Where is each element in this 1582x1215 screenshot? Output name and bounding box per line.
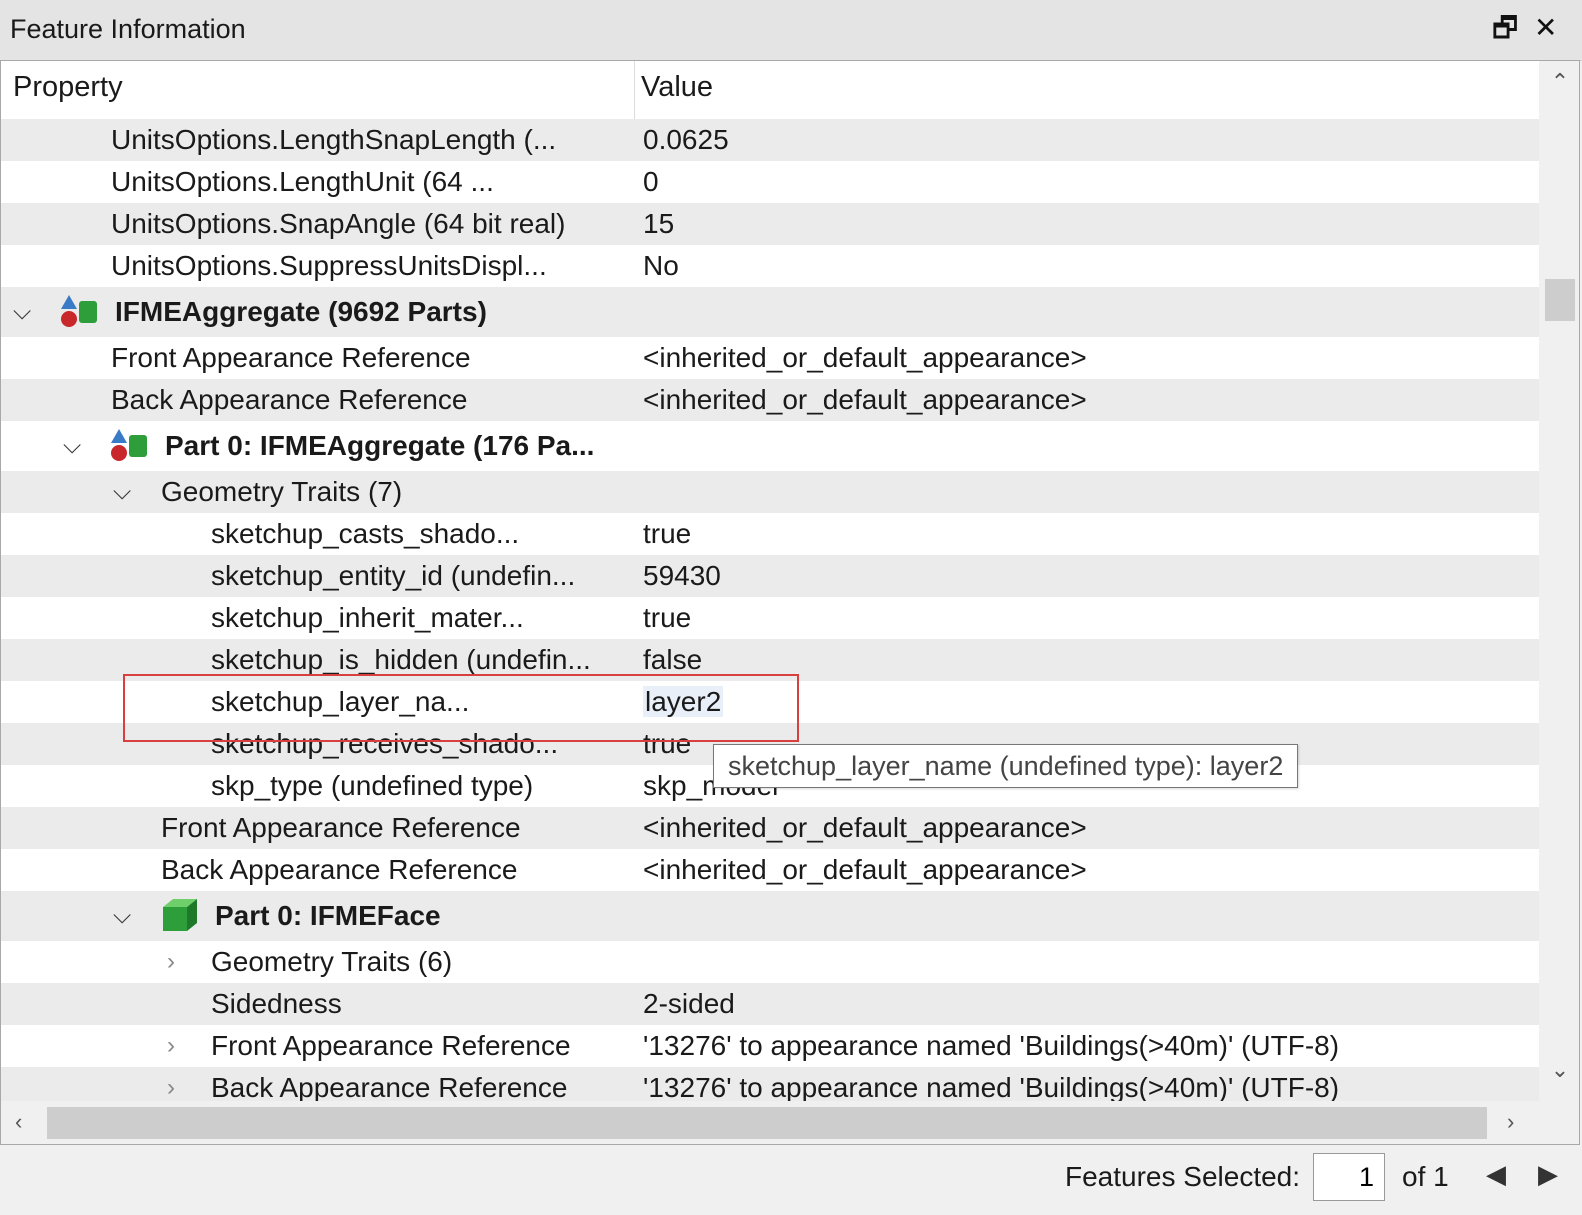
property-cell: Geometry Traits (7)	[161, 476, 403, 507]
tree-node-aggregate[interactable]: ⌵ IFMEAggregate (9692 Parts)	[1, 287, 1539, 337]
face-geometry-icon	[163, 899, 197, 931]
highlight-annotation-box	[123, 674, 799, 742]
value-cell: 0	[643, 166, 659, 197]
property-cell: Front Appearance Reference	[211, 1030, 571, 1061]
chevron-right-icon[interactable]: ›	[167, 1025, 175, 1067]
scroll-right-icon[interactable]: ›	[1507, 1109, 1514, 1135]
property-cell: sketchup_inherit_mater...	[211, 602, 524, 633]
tree-node-geometry-traits[interactable]: ⌵ Geometry Traits (7)	[1, 471, 1539, 513]
table-row[interactable]: Sidedness 2-sided	[1, 983, 1539, 1025]
table-body: UnitsOptions.LengthSnapLength (... 0.062…	[1, 119, 1539, 1144]
tree-node-front-appearance[interactable]: › Front Appearance Reference '13276' to …	[1, 1025, 1539, 1067]
aggregate-geometry-icon	[111, 429, 147, 461]
scroll-left-icon[interactable]: ‹	[15, 1109, 22, 1135]
column-divider[interactable]	[634, 61, 635, 119]
chevron-down-icon[interactable]: ⌵	[13, 291, 31, 333]
vertical-scrollbar[interactable]: ⌃ ⌄	[1539, 61, 1579, 1101]
property-column-header[interactable]: Property	[13, 71, 123, 104]
property-cell: IFMEAggregate (9692 Parts)	[115, 296, 487, 327]
next-feature-icon[interactable]: ▶	[1538, 1159, 1558, 1190]
value-cell: '13276' to appearance named 'Buildings(>…	[643, 1030, 1340, 1061]
table-row[interactable]: Back Appearance Reference <inherited_or_…	[1, 849, 1539, 891]
table-row[interactable]: UnitsOptions.SnapAngle (64 bit real) 15	[1, 203, 1539, 245]
features-selected-label: Features Selected:	[1065, 1161, 1301, 1192]
cell-tooltip: sketchup_layer_name (undefined type): la…	[713, 744, 1299, 788]
property-cell: Sidedness	[211, 988, 342, 1019]
panel-title: Feature Information	[10, 14, 246, 44]
value-cell: 0.0625	[643, 124, 729, 155]
vertical-scroll-thumb[interactable]	[1545, 279, 1575, 321]
tree-node-geometry-traits[interactable]: › Geometry Traits (6)	[1, 941, 1539, 983]
table-row[interactable]: Back Appearance Reference <inherited_or_…	[1, 379, 1539, 421]
value-cell: <inherited_or_default_appearance>	[643, 812, 1087, 843]
table-row[interactable]: sketchup_entity_id (undefin... 59430	[1, 555, 1539, 597]
property-cell: UnitsOptions.SuppressUnitsDispl...	[111, 250, 547, 281]
value-cell: <inherited_or_default_appearance>	[643, 384, 1087, 415]
property-cell: UnitsOptions.LengthSnapLength (...	[111, 124, 557, 155]
property-cell: Back Appearance Reference	[111, 384, 468, 415]
value-cell: 2-sided	[643, 988, 735, 1019]
property-cell: sketchup_entity_id (undefin...	[211, 560, 576, 591]
table-row[interactable]: Front Appearance Reference <inherited_or…	[1, 337, 1539, 379]
value-cell: 15	[643, 208, 675, 239]
property-cell: sketchup_casts_shado...	[211, 518, 520, 549]
tree-node-part0-aggregate[interactable]: ⌵ Part 0: IFMEAggregate (176 Pa...	[1, 421, 1539, 471]
value-cell: <inherited_or_default_appearance>	[643, 342, 1087, 373]
chevron-down-icon[interactable]: ⌵	[63, 425, 81, 467]
value-cell: true	[643, 518, 692, 549]
close-icon[interactable]: ✕	[1534, 10, 1557, 46]
feature-info-table: Property Value UnitsOptions.LengthSnapLe…	[0, 60, 1580, 1145]
property-cell: UnitsOptions.LengthUnit (64 ...	[111, 166, 494, 197]
table-row[interactable]: UnitsOptions.LengthUnit (64 ... 0	[1, 161, 1539, 203]
property-cell: skp_type (undefined type)	[211, 770, 534, 801]
status-footer: Features Selected: of 1 ◀ ▶	[0, 1145, 1582, 1215]
value-cell: 59430	[643, 560, 721, 591]
table-row[interactable]: sketchup_inherit_mater... true	[1, 597, 1539, 639]
panel-title-bar: Feature Information 🗗 ✕	[0, 0, 1582, 61]
previous-feature-icon[interactable]: ◀	[1486, 1159, 1506, 1190]
scroll-down-icon[interactable]: ⌄	[1539, 1057, 1579, 1083]
chevron-right-icon[interactable]: ›	[167, 941, 175, 983]
table-header: Property Value	[1, 61, 1539, 120]
total-features-label: of 1	[1402, 1161, 1449, 1192]
chevron-down-icon[interactable]: ⌵	[113, 471, 131, 513]
table-row[interactable]: sketchup_casts_shado... true	[1, 513, 1539, 555]
aggregate-geometry-icon	[61, 295, 97, 327]
property-cell: Back Appearance Reference	[161, 854, 518, 885]
value-cell: true	[643, 602, 692, 633]
horizontal-scroll-thumb[interactable]	[47, 1107, 1487, 1139]
property-cell: UnitsOptions.SnapAngle (64 bit real)	[111, 208, 566, 239]
value-cell: <inherited_or_default_appearance>	[643, 854, 1087, 885]
restore-window-icon[interactable]: 🗗	[1492, 10, 1518, 46]
horizontal-scrollbar[interactable]: ‹ ›	[1, 1101, 1579, 1144]
property-cell: Part 0: IFMEFace	[215, 900, 441, 931]
property-cell: Part 0: IFMEAggregate (176 Pa...	[165, 430, 595, 461]
scroll-up-icon[interactable]: ⌃	[1539, 69, 1579, 95]
property-cell: Front Appearance Reference	[111, 342, 471, 373]
value-cell: No	[643, 250, 679, 281]
table-row[interactable]: UnitsOptions.SuppressUnitsDispl... No	[1, 245, 1539, 287]
property-cell: Front Appearance Reference	[161, 812, 521, 843]
chevron-down-icon[interactable]: ⌵	[113, 895, 131, 937]
current-feature-input[interactable]	[1313, 1153, 1385, 1201]
property-cell: Geometry Traits (6)	[211, 946, 453, 977]
tree-node-part0-face[interactable]: ⌵ Part 0: IFMEFace	[1, 891, 1539, 941]
table-row[interactable]: UnitsOptions.LengthSnapLength (... 0.062…	[1, 119, 1539, 161]
table-row[interactable]: Front Appearance Reference <inherited_or…	[1, 807, 1539, 849]
value-column-header[interactable]: Value	[641, 71, 713, 104]
